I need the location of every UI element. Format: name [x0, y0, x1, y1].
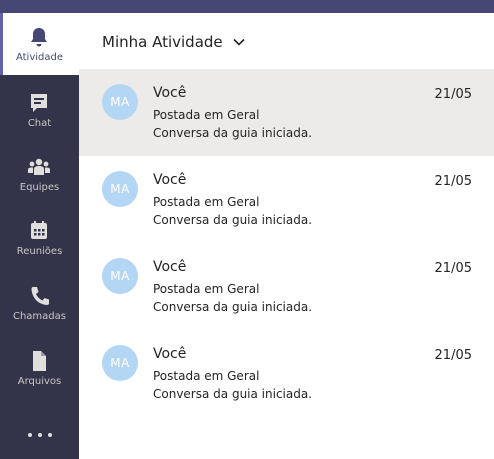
rail-item-label: Chat [27, 118, 52, 129]
rail-item-chat[interactable]: Chat [0, 79, 79, 141]
activity-date: 21/05 [434, 87, 472, 102]
activity-feed: MA Você 21/05 Postada em Geral Conversa … [79, 69, 494, 417]
more-icon[interactable] [26, 433, 54, 439]
rail-item-calls[interactable]: Chamadas [0, 272, 79, 334]
rail-item-meetings[interactable]: Reuniões [0, 207, 79, 269]
rail-item-teams[interactable]: Equipes [0, 143, 79, 205]
calendar-icon [31, 221, 47, 239]
activity-date: 21/05 [434, 348, 472, 363]
bell-icon [31, 28, 47, 47]
avatar: MA [102, 345, 138, 381]
page-title[interactable]: Minha Atividade [102, 33, 223, 51]
rail-item-files[interactable]: Arquivos [0, 337, 79, 399]
avatar: MA [102, 84, 138, 120]
title-bar [0, 0, 494, 13]
activity-description: Conversa da guia iniciada. [153, 387, 313, 401]
teams-icon [28, 158, 50, 175]
activity-item[interactable]: MA Você 21/05 Postada em Geral Conversa … [79, 156, 494, 243]
activity-date: 21/05 [434, 261, 472, 276]
activity-description: Conversa da guia iniciada. [153, 126, 313, 140]
avatar: MA [102, 258, 138, 294]
avatar: MA [102, 171, 138, 207]
activity-author: Você [153, 259, 187, 275]
activity-author: Você [153, 172, 187, 188]
rail-item-label: Chamadas [12, 311, 66, 322]
file-icon [33, 351, 46, 371]
rail-item-label: Arquivos [17, 376, 62, 387]
activity-date: 21/05 [434, 174, 472, 189]
active-indicator [0, 13, 3, 75]
activity-location: Postada em Geral [153, 195, 260, 209]
activity-author: Você [153, 85, 187, 101]
activity-description: Conversa da guia iniciada. [153, 213, 313, 227]
chat-icon [31, 94, 47, 112]
rail-item-activity[interactable]: Atividade [0, 13, 79, 75]
activity-author: Você [153, 346, 187, 362]
rail-item-label: Equipes [19, 182, 60, 193]
phone-icon [31, 287, 49, 305]
rail-item-label: Atividade [15, 52, 64, 63]
activity-panel: Minha Atividade MA Você 21/05 Postada em… [79, 13, 494, 459]
activity-item[interactable]: MA Você 21/05 Postada em Geral Conversa … [79, 243, 494, 330]
activity-description: Conversa da guia iniciada. [153, 300, 313, 314]
rail-item-label: Reuniões [16, 246, 63, 257]
app-rail: Atividade Chat Equipes Reuniões Chamadas… [0, 13, 79, 459]
activity-location: Postada em Geral [153, 108, 260, 122]
activity-location: Postada em Geral [153, 369, 260, 383]
activity-location: Postada em Geral [153, 282, 260, 296]
activity-item[interactable]: MA Você 21/05 Postada em Geral Conversa … [79, 330, 494, 417]
activity-item[interactable]: MA Você 21/05 Postada em Geral Conversa … [79, 69, 494, 156]
chevron-down-icon[interactable] [232, 37, 246, 47]
panel-header: Minha Atividade [79, 13, 494, 69]
